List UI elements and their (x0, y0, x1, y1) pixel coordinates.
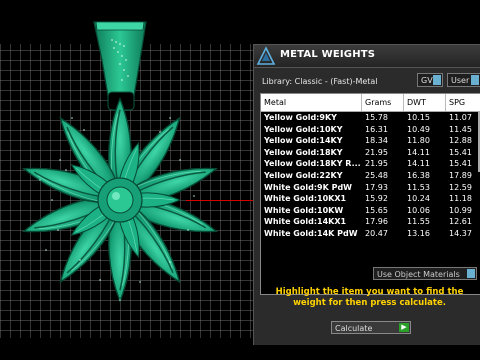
user-toggle[interactable]: User (447, 73, 480, 87)
column-header-spg[interactable]: SPG (446, 94, 480, 111)
cell-spg: 10.99 (449, 205, 472, 215)
cell-metal: Yellow Gold:18KY R... (264, 159, 361, 169)
bail (93, 21, 147, 111)
cell-metal: White Gold:14KX1 (264, 217, 347, 227)
cell-grams: 21.95 (365, 159, 388, 169)
cell-metal: White Gold:10KW (264, 205, 344, 215)
cell-dwt: 10.06 (407, 205, 430, 215)
cell-spg: 12.59 (449, 182, 472, 192)
library-label: Library: Classic - (Fast)-Metal (262, 77, 378, 86)
table-row[interactable]: White Gold:10KW 15.65 10.06 10.99 (261, 205, 480, 217)
table-row[interactable]: White Gold:14KX1 17.96 11.55 12.61 (261, 216, 480, 228)
column-header-metal[interactable]: Metal (261, 94, 362, 111)
table-row[interactable]: White Gold:9K PdW 17.93 11.53 12.59 (261, 182, 480, 194)
toggle-knob-icon (433, 75, 441, 85)
table-row[interactable]: Yellow Gold:18KY 21.95 14.11 15.41 (261, 147, 480, 159)
cell-dwt: 10.49 (407, 124, 430, 134)
app-logo-icon (256, 46, 276, 65)
cell-dwt: 13.16 (407, 228, 430, 238)
table-row[interactable]: White Gold:10KX1 15.92 10.24 11.18 (261, 193, 480, 205)
cell-metal: Yellow Gold:14KY (264, 136, 343, 146)
cell-metal: Yellow Gold:10KY (264, 124, 343, 134)
cell-dwt: 11.55 (407, 217, 430, 227)
cell-spg: 11.45 (449, 124, 472, 134)
table-row[interactable]: Yellow Gold:9KY 15.78 10.15 11.07 (261, 112, 480, 124)
cell-metal: Yellow Gold:18KY (264, 147, 343, 157)
gv-toggle-label: GV (421, 76, 433, 85)
metal-weights-dialog: METAL WEIGHTS Library: Classic - (Fast)-… (253, 44, 480, 345)
cell-metal: White Gold:9K PdW (264, 182, 352, 192)
cell-dwt: 11.53 (407, 182, 430, 192)
calculate-dropdown[interactable]: Calculate ▶ (331, 321, 411, 334)
play-arrow-icon[interactable]: ▶ (399, 323, 409, 332)
table-row[interactable]: Yellow Gold:22KY 25.48 16.38 17.89 (261, 170, 480, 182)
table-row[interactable]: Yellow Gold:14KY 18.34 11.80 12.88 (261, 135, 480, 147)
dialog-title: METAL WEIGHTS (280, 49, 376, 60)
cell-spg: 12.88 (449, 136, 472, 146)
dialog-header: METAL WEIGHTS (254, 45, 480, 68)
cell-grams: 17.93 (365, 182, 388, 192)
cell-grams: 21.95 (365, 147, 388, 157)
cell-dwt: 11.80 (407, 136, 430, 146)
cell-grams: 17.96 (365, 217, 388, 227)
cell-metal: Yellow Gold:9KY (264, 113, 337, 122)
cell-dwt: 16.38 (407, 170, 430, 180)
table-header: Metal Grams DWT SPG (261, 94, 480, 112)
cell-grams: 15.92 (365, 194, 388, 204)
cell-spg: 15.41 (449, 159, 472, 169)
cell-grams: 25.48 (365, 170, 388, 180)
cell-spg: 12.61 (449, 217, 472, 227)
use-object-materials-toggle[interactable]: Use Object Materials (373, 267, 477, 280)
gv-toggle[interactable]: GV (417, 73, 443, 87)
column-header-dwt[interactable]: DWT (404, 94, 446, 111)
cell-spg: 11.18 (449, 194, 472, 204)
use-materials-label: Use Object Materials (377, 270, 460, 279)
cell-metal: White Gold:14K PdW (264, 228, 358, 238)
cell-grams: 15.65 (365, 205, 388, 215)
cell-grams: 18.34 (365, 136, 388, 146)
table-row[interactable]: Yellow Gold:18KY R... 21.95 14.11 15.41 (261, 158, 480, 170)
table-row[interactable]: Yellow Gold:10KY 16.31 10.49 11.45 (261, 124, 480, 136)
cell-grams: 16.31 (365, 124, 388, 134)
cell-spg: 15.41 (449, 147, 472, 157)
calculate-label: Calculate (335, 324, 373, 333)
table-row[interactable]: White Gold:14K PdW 20.47 13.16 14.37 (261, 228, 480, 240)
cell-dwt: 10.24 (407, 194, 430, 204)
metal-table[interactable]: Metal Grams DWT SPG Yellow Gold:9KY 15.7… (260, 93, 480, 295)
flower-center (97, 177, 143, 223)
cell-dwt: 10.15 (407, 113, 430, 122)
toggle-knob-icon (471, 75, 479, 85)
cell-spg: 14.37 (449, 228, 472, 238)
cell-dwt: 14.11 (407, 159, 430, 169)
column-header-grams[interactable]: Grams (362, 94, 404, 111)
table-body: Yellow Gold:9KY 15.78 10.15 11.07 Yellow… (261, 112, 480, 240)
cell-spg: 17.89 (449, 170, 472, 180)
cell-grams: 20.47 (365, 228, 388, 238)
user-toggle-label: User (451, 76, 470, 85)
cell-metal: White Gold:10KX1 (264, 194, 347, 204)
cell-spg: 11.07 (449, 113, 472, 122)
cell-dwt: 14.11 (407, 147, 430, 157)
cell-grams: 15.78 (365, 113, 388, 122)
cell-metal: Yellow Gold:22KY (264, 170, 343, 180)
toggle-knob-icon (467, 269, 475, 278)
instruction-text: Highlight the item you want to find the … (275, 287, 464, 308)
